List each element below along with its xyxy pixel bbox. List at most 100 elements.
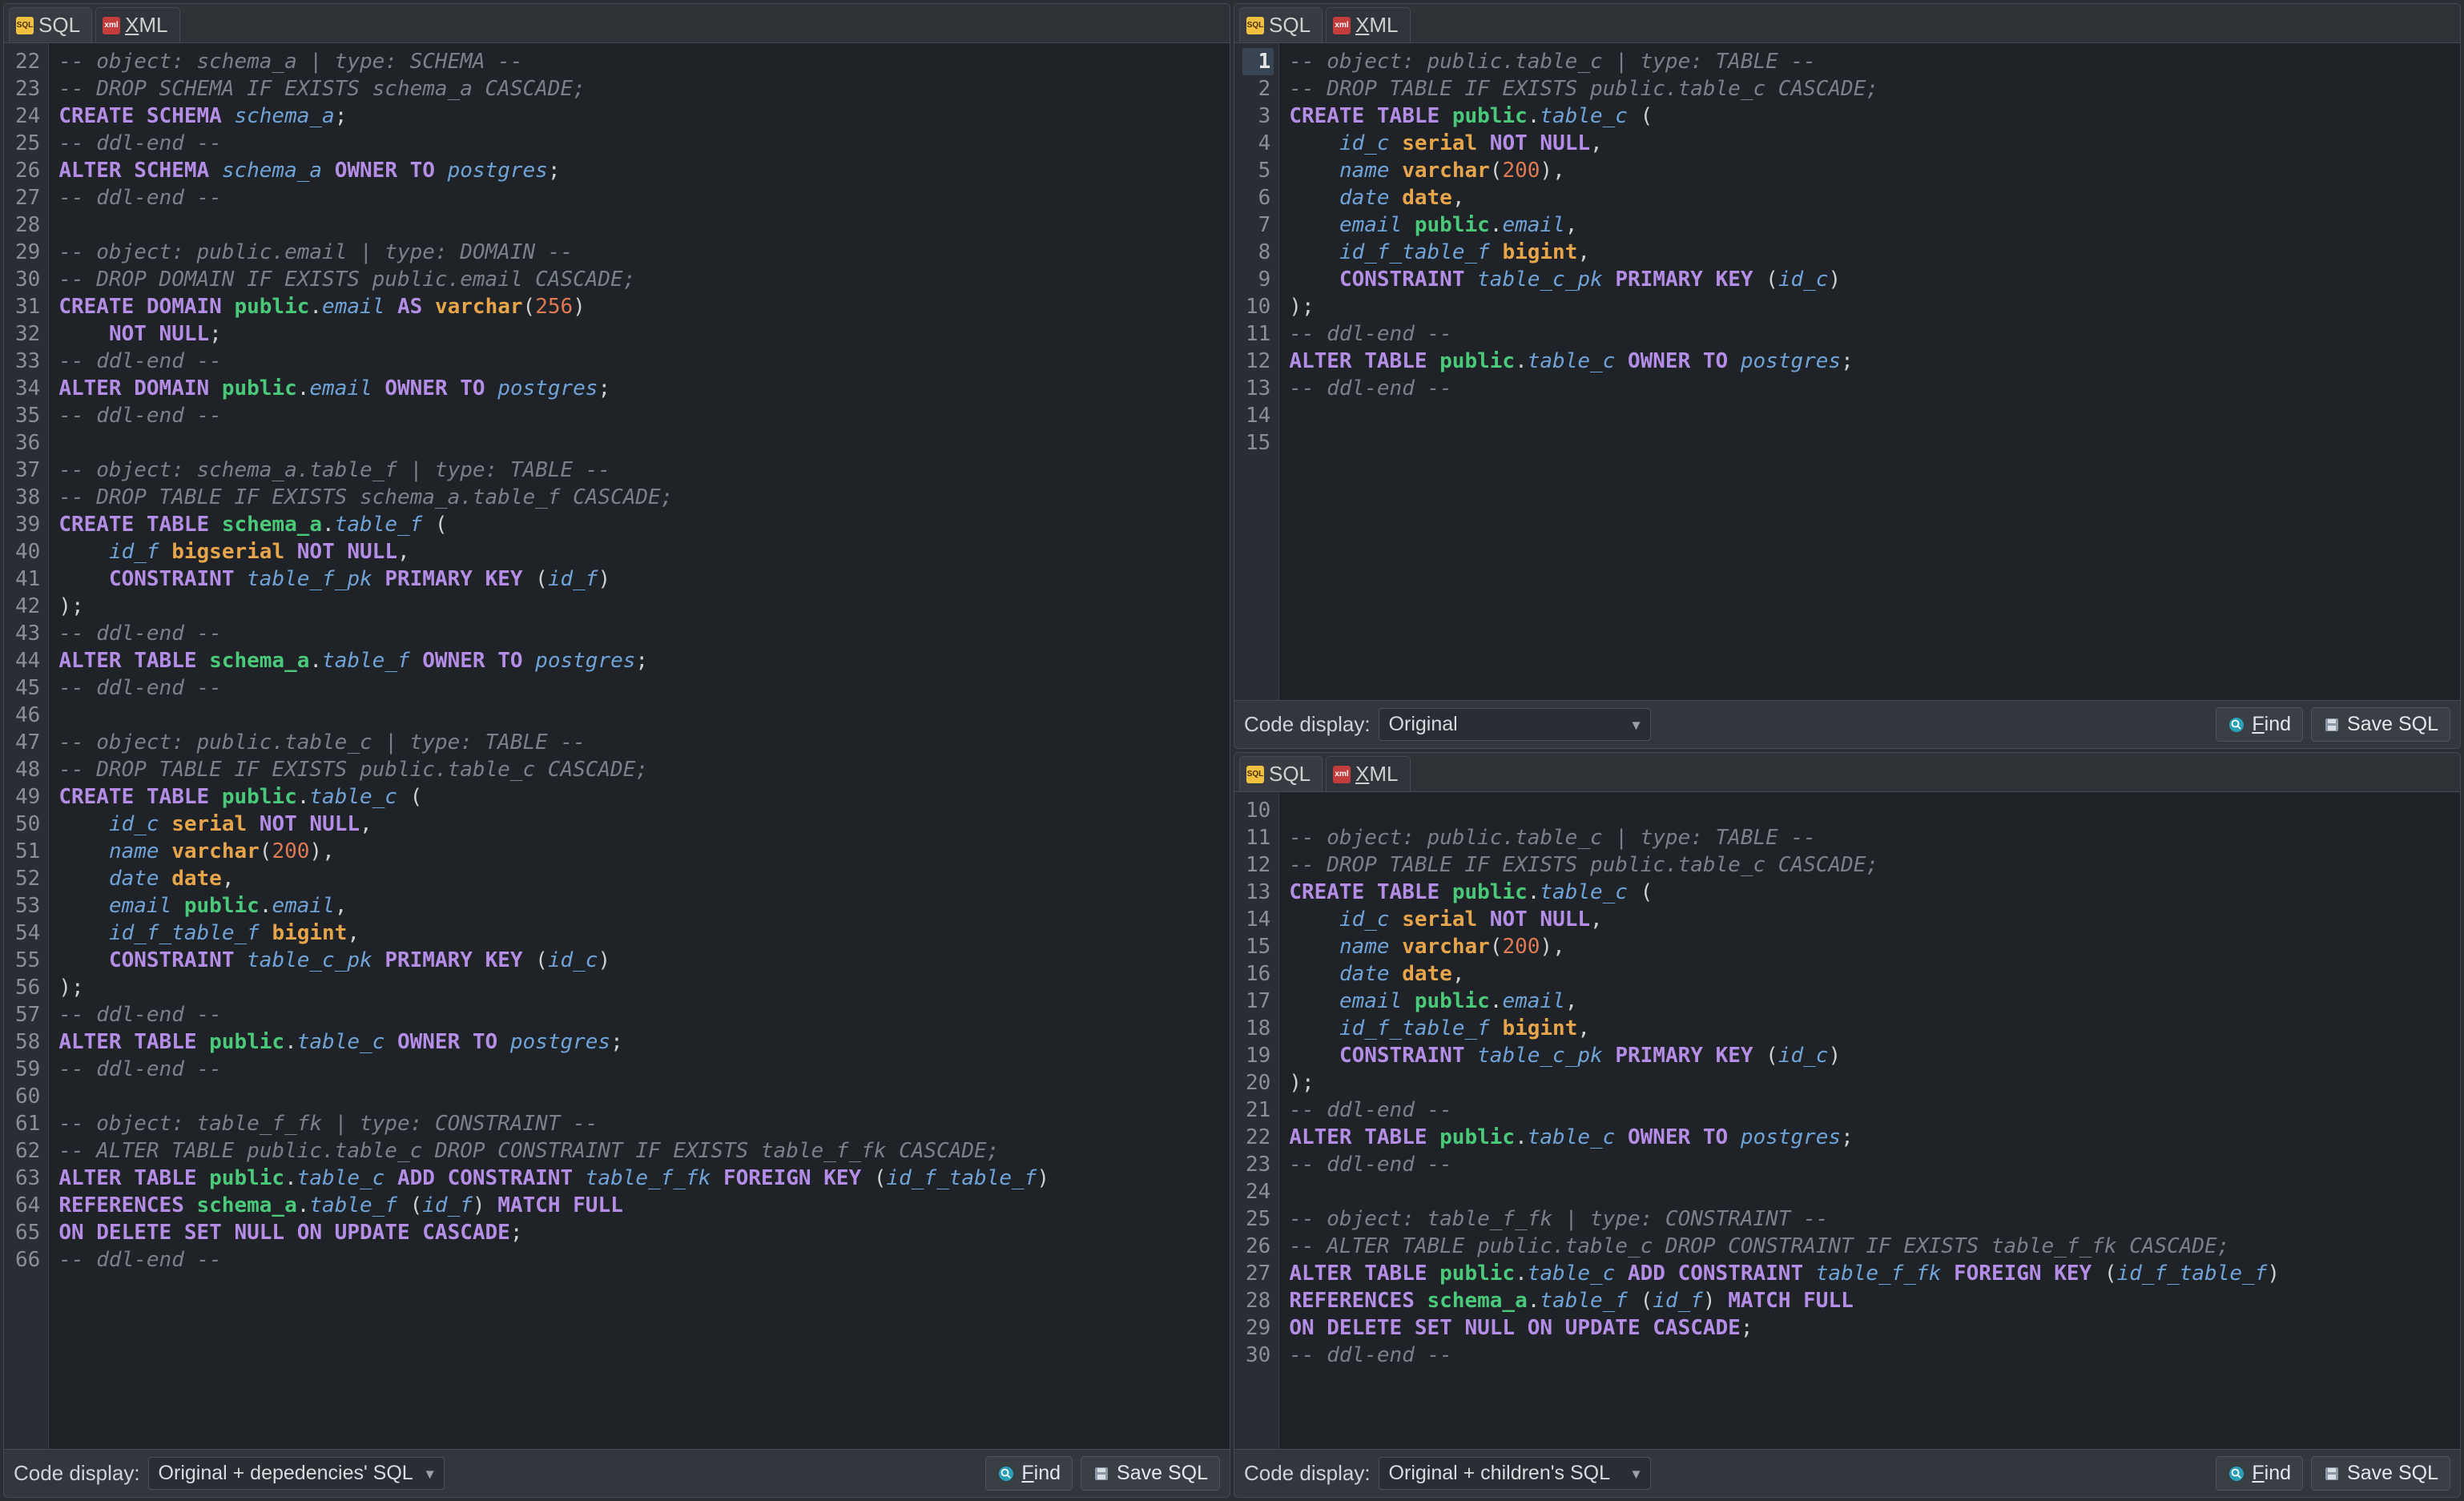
code-line[interactable]: NOT NULL;: [58, 320, 1220, 348]
code-line[interactable]: id_c serial NOT NULL,: [58, 811, 1220, 838]
code-line[interactable]: -- object: public.email | type: DOMAIN -…: [58, 239, 1220, 266]
code-line[interactable]: ALTER TABLE public.table_c OWNER TO post…: [1289, 348, 2450, 375]
code-line[interactable]: -- ddl-end --: [58, 1001, 1220, 1028]
code-line[interactable]: -- ALTER TABLE public.table_c DROP CONST…: [1289, 1233, 2450, 1260]
code-line[interactable]: [58, 1083, 1220, 1110]
code-line[interactable]: -- ddl-end --: [58, 674, 1220, 702]
code-line[interactable]: date date,: [1289, 184, 2450, 211]
code-editor[interactable]: 1011121314151617181920212223242526272829…: [1234, 792, 2460, 1449]
code-line[interactable]: ALTER TABLE public.table_c OWNER TO post…: [1289, 1124, 2450, 1151]
code-line[interactable]: -- object: table_f_fk | type: CONSTRAINT…: [1289, 1205, 2450, 1233]
code-line[interactable]: ALTER TABLE public.table_c OWNER TO post…: [58, 1028, 1220, 1056]
tab-xml[interactable]: xml XML: [1326, 7, 1410, 42]
code-line[interactable]: CONSTRAINT table_c_pk PRIMARY KEY (id_c): [58, 947, 1220, 974]
find-button[interactable]: Find: [985, 1456, 1073, 1491]
code-line[interactable]: id_f_table_f bigint,: [1289, 239, 2450, 266]
code-line[interactable]: ON DELETE SET NULL ON UPDATE CASCADE;: [1289, 1314, 2450, 1342]
tab-sql[interactable]: SQL SQL: [1239, 756, 1323, 791]
code-line[interactable]: id_f bigserial NOT NULL,: [58, 538, 1220, 565]
find-button[interactable]: Find: [2216, 1456, 2303, 1491]
code-line[interactable]: [58, 211, 1220, 239]
code-editor[interactable]: 2223242526272829303132333435363738394041…: [4, 43, 1230, 1449]
code-area[interactable]: -- object: public.table_c | type: TABLE …: [1279, 43, 2460, 700]
code-area[interactable]: -- object: schema_a | type: SCHEMA -- -- …: [49, 43, 1230, 1449]
code-line[interactable]: -- DROP TABLE IF EXISTS public.table_c C…: [1289, 851, 2450, 879]
code-line[interactable]: CREATE SCHEMA schema_a;: [58, 103, 1220, 130]
tab-xml[interactable]: xml XML: [95, 7, 179, 42]
code-line[interactable]: id_c serial NOT NULL,: [1289, 906, 2450, 933]
tab-xml[interactable]: xml XML: [1326, 756, 1410, 791]
code-area[interactable]: -- object: public.table_c | type: TABLE …: [1279, 792, 2460, 1449]
code-line[interactable]: -- ddl-end --: [58, 402, 1220, 429]
code-line[interactable]: -- object: public.table_c | type: TABLE …: [1289, 824, 2450, 851]
code-line[interactable]: email public.email,: [58, 892, 1220, 920]
code-line[interactable]: -- ddl-end --: [58, 1246, 1220, 1274]
code-line[interactable]: -- ddl-end --: [1289, 1097, 2450, 1124]
code-line[interactable]: [1289, 429, 2450, 457]
code-line[interactable]: -- DROP TABLE IF EXISTS public.table_c C…: [1289, 75, 2450, 103]
code-line[interactable]: ALTER TABLE public.table_c ADD CONSTRAIN…: [58, 1165, 1220, 1192]
code-line[interactable]: CONSTRAINT table_f_pk PRIMARY KEY (id_f): [58, 565, 1220, 593]
code-line[interactable]: [1289, 797, 2450, 824]
code-line[interactable]: -- ddl-end --: [1289, 1342, 2450, 1369]
code-line[interactable]: email public.email,: [1289, 988, 2450, 1015]
code-line[interactable]: -- object: public.table_c | type: TABLE …: [1289, 48, 2450, 75]
save-sql-button[interactable]: Save SQL: [2311, 1456, 2450, 1491]
code-line[interactable]: name varchar(200),: [58, 838, 1220, 865]
code-line[interactable]: -- ddl-end --: [1289, 320, 2450, 348]
code-line[interactable]: -- DROP TABLE IF EXISTS schema_a.table_f…: [58, 484, 1220, 511]
code-line[interactable]: name varchar(200),: [1289, 157, 2450, 184]
code-line[interactable]: -- ddl-end --: [58, 130, 1220, 157]
code-line[interactable]: CONSTRAINT table_c_pk PRIMARY KEY (id_c): [1289, 1042, 2450, 1069]
save-sql-button[interactable]: Save SQL: [1081, 1456, 1220, 1491]
tab-sql[interactable]: SQL SQL: [1239, 7, 1323, 42]
code-line[interactable]: -- DROP TABLE IF EXISTS public.table_c C…: [58, 756, 1220, 783]
code-display-select[interactable]: Original + depedencies' SQL: [148, 1457, 445, 1490]
code-line[interactable]: CREATE TABLE public.table_c (: [1289, 879, 2450, 906]
code-line[interactable]: [58, 429, 1220, 457]
code-line[interactable]: -- object: schema_a | type: SCHEMA --: [58, 48, 1220, 75]
code-line[interactable]: );: [1289, 293, 2450, 320]
code-line[interactable]: id_f_table_f bigint,: [58, 920, 1220, 947]
code-line[interactable]: ALTER DOMAIN public.email OWNER TO postg…: [58, 375, 1220, 402]
code-editor[interactable]: 123456789101112131415 -- object: public.…: [1234, 43, 2460, 700]
code-line[interactable]: [58, 702, 1220, 729]
code-line[interactable]: id_f_table_f bigint,: [1289, 1015, 2450, 1042]
code-line[interactable]: [1289, 402, 2450, 429]
code-line[interactable]: id_c serial NOT NULL,: [1289, 130, 2450, 157]
code-line[interactable]: CREATE TABLE schema_a.table_f (: [58, 511, 1220, 538]
code-line[interactable]: -- DROP DOMAIN IF EXISTS public.email CA…: [58, 266, 1220, 293]
tab-sql[interactable]: SQL SQL: [9, 7, 92, 42]
code-line[interactable]: ALTER SCHEMA schema_a OWNER TO postgres;: [58, 157, 1220, 184]
code-line[interactable]: -- ddl-end --: [58, 184, 1220, 211]
code-line[interactable]: -- ddl-end --: [1289, 375, 2450, 402]
code-line[interactable]: );: [1289, 1069, 2450, 1097]
code-line[interactable]: ALTER TABLE schema_a.table_f OWNER TO po…: [58, 647, 1220, 674]
code-line[interactable]: );: [58, 974, 1220, 1001]
code-line[interactable]: CREATE DOMAIN public.email AS varchar(25…: [58, 293, 1220, 320]
code-line[interactable]: -- ddl-end --: [58, 348, 1220, 375]
code-line[interactable]: date date,: [58, 865, 1220, 892]
code-line[interactable]: -- object: table_f_fk | type: CONSTRAINT…: [58, 1110, 1220, 1137]
code-line[interactable]: CREATE TABLE public.table_c (: [58, 783, 1220, 811]
code-line[interactable]: ALTER TABLE public.table_c ADD CONSTRAIN…: [1289, 1260, 2450, 1287]
code-line[interactable]: REFERENCES schema_a.table_f (id_f) MATCH…: [58, 1192, 1220, 1219]
code-line[interactable]: CREATE TABLE public.table_c (: [1289, 103, 2450, 130]
code-line[interactable]: email public.email,: [1289, 211, 2450, 239]
code-line[interactable]: -- ddl-end --: [1289, 1151, 2450, 1178]
find-button[interactable]: Find: [2216, 707, 2303, 742]
code-display-select[interactable]: Original + children's SQL: [1379, 1457, 1651, 1490]
code-line[interactable]: name varchar(200),: [1289, 933, 2450, 960]
code-line[interactable]: -- object: public.table_c | type: TABLE …: [58, 729, 1220, 756]
code-line[interactable]: date date,: [1289, 960, 2450, 988]
code-display-select[interactable]: Original: [1379, 708, 1651, 741]
code-line[interactable]: REFERENCES schema_a.table_f (id_f) MATCH…: [1289, 1287, 2450, 1314]
code-line[interactable]: -- object: schema_a.table_f | type: TABL…: [58, 457, 1220, 484]
save-sql-button[interactable]: Save SQL: [2311, 707, 2450, 742]
code-line[interactable]: -- ALTER TABLE public.table_c DROP CONST…: [58, 1137, 1220, 1165]
code-line[interactable]: -- ddl-end --: [58, 1056, 1220, 1083]
code-line[interactable]: CONSTRAINT table_c_pk PRIMARY KEY (id_c): [1289, 266, 2450, 293]
code-line[interactable]: );: [58, 593, 1220, 620]
code-line[interactable]: -- ddl-end --: [58, 620, 1220, 647]
code-line[interactable]: ON DELETE SET NULL ON UPDATE CASCADE;: [58, 1219, 1220, 1246]
